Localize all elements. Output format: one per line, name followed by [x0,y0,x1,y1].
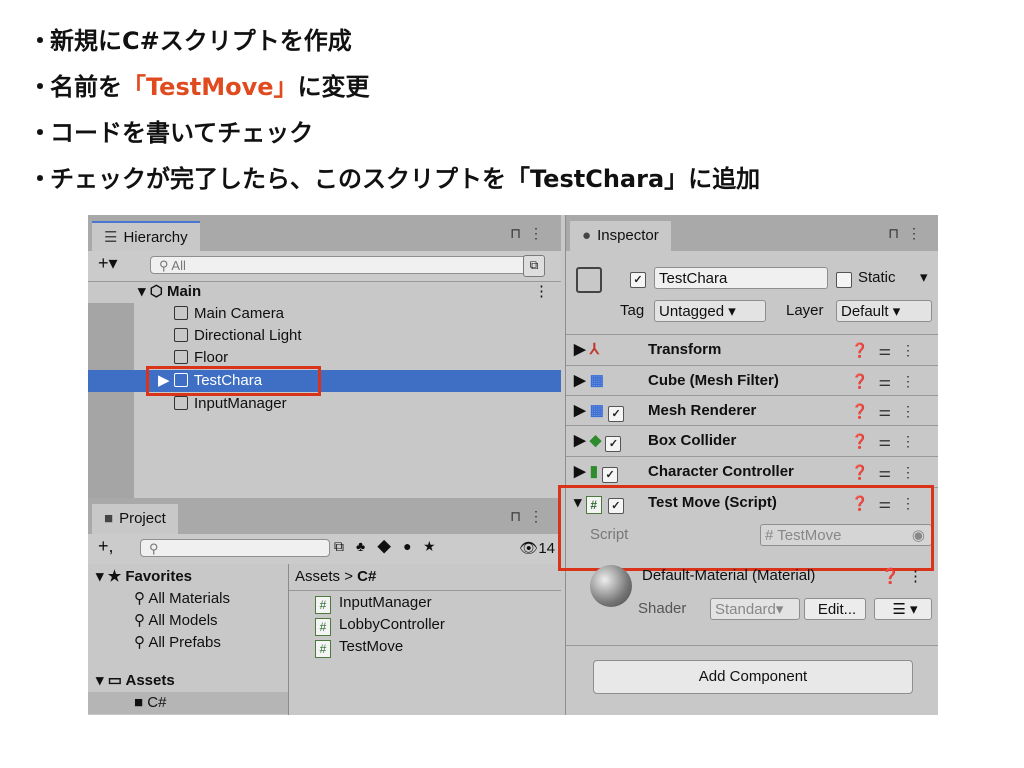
gameobject-icon [174,350,188,364]
script-file[interactable]: # InputManager [315,592,432,614]
tab-inspector[interactable]: ● Inspector [570,221,671,251]
static-label: Static [858,269,896,286]
add-component-button[interactable]: Add Component [593,660,913,694]
visible-count[interactable]: 👁14 [519,539,555,557]
hierarchy-panel: ☰ Hierarchy ⊓⋮ +▾ ⚲ All ⧉ ▾ ⬡ Main ⋮ Main… [88,215,561,498]
script-icon: # [315,640,331,658]
component-mesh-renderer[interactable]: ▶ ▦ ✓ Mesh Renderer ❓⚌⋮ [566,395,938,426]
list-icon: ☰ [104,229,118,246]
hierarchy-tabbar: ☰ Hierarchy ⊓⋮ [88,215,561,251]
shader-menu-button[interactable]: ☰ ▾ [874,598,932,620]
hierarchy-toolbar: +▾ ⚲ All ⧉ [88,251,561,282]
chevron-down-icon[interactable]: ▾ [920,267,928,289]
lock-menu-icons[interactable]: ⊓⋮ [510,508,551,525]
filter-icons[interactable]: ⧉♣◆●★ [334,538,447,555]
unity-screenshot: ☰ Hierarchy ⊓⋮ +▾ ⚲ All ⧉ ▾ ⬡ Main ⋮ Main… [88,215,938,715]
inspector-tabbar: ● Inspector ⊓⋮ [566,215,938,251]
tag-label: Tag [620,302,645,319]
tab-project[interactable]: ■ Project [92,504,178,534]
hierarchy-search-input[interactable]: ⚲ All [150,256,530,274]
hierarchy-item[interactable]: InputManager [88,393,561,415]
object-name-field[interactable]: TestChara [654,267,828,289]
project-toolbar: +, ⚲ ⧉♣◆●★ 👁14 [88,534,561,565]
tab-hierarchy[interactable]: ☰ Hierarchy [92,221,200,251]
script-icon: # [315,596,331,614]
create-button[interactable]: +, [98,536,114,557]
project-tabbar: ■ Project ⊓⋮ [88,498,561,534]
component-character-controller[interactable]: ▶ ▮ ✓ Character Controller ❓⚌⋮ [566,456,938,487]
create-button[interactable]: +▾ [98,253,118,274]
info-icon: ● [582,227,592,244]
project-search-input[interactable]: ⚲ [140,539,330,557]
lock-menu-icons[interactable]: ⊓⋮ [510,225,551,242]
hierarchy-item[interactable]: Directional Light [88,325,561,347]
folder-icon: ■ [104,510,114,527]
favorites-item[interactable]: ▾ ★ Favorites [96,566,192,588]
search-mode-icon[interactable]: ⧉ [523,255,545,277]
favorite-item[interactable]: ⚲ All Prefabs [134,632,221,654]
unity-icon: ⬡ [149,283,167,300]
bullet-4: ・チェックが完了したら、このスクリプトを「TestChara」に追加 [28,165,761,193]
annotation-box-script [558,485,934,571]
component-mesh-filter[interactable]: ▶ ▦ Cube (Mesh Filter) ❓⚌⋮ [566,365,938,396]
scene-row[interactable]: ▾ ⬡ Main ⋮ [88,281,561,303]
bullet-1: ・新規にC#スクリプトを作成 [28,27,352,55]
active-checkbox[interactable]: ✓ [630,272,646,288]
gameobject-icon [174,306,188,320]
material-sphere-icon [590,565,632,607]
project-files: Assets > C# # InputManager # LobbyControll… [289,564,561,715]
project-panel: ■ Project ⊓⋮ +, ⚲ ⧉♣◆●★ 👁14 ▾ ★ Favorites… [88,498,561,715]
shader-label: Shader [638,600,687,617]
highlight-text: 「TestMove」 [122,73,298,101]
component-box-collider[interactable]: ▶ ◆ ✓ Box Collider ❓⚌⋮ [566,425,938,456]
folder-item[interactable]: ■ C# [88,692,288,714]
script-icon: # [315,618,331,636]
gameobject-icon [174,328,188,342]
script-file[interactable]: # LobbyController [315,614,445,636]
lock-menu-icons[interactable]: ⊓⋮ [888,225,929,242]
hierarchy-item[interactable]: Main Camera [88,303,561,325]
expand-icon[interactable]: ▾ [138,283,150,300]
gameobject-icon [576,267,602,293]
layer-label: Layer [786,302,824,319]
bullet-3: ・コードを書いてチェック [28,119,314,147]
annotation-box-testchara [146,366,321,396]
favorite-item[interactable]: ⚲ All Materials [134,588,230,610]
shader-dropdown[interactable]: Standard▾ [710,598,800,620]
static-checkbox[interactable] [836,272,852,288]
bullet-2: ・名前を「TestMove」に変更 [28,73,370,101]
shader-edit-button[interactable]: Edit... [804,598,866,620]
assets-item[interactable]: ▾ ▭ Assets [96,670,175,692]
project-tree: ▾ ★ Favorites ⚲ All Materials ⚲ All Mode… [88,564,289,715]
scene-menu-icon[interactable]: ⋮ [534,281,549,303]
favorite-item[interactable]: ⚲ All Models [134,610,218,632]
material-menu-icons[interactable]: ❓⋮ [881,567,931,585]
material-name: Default-Material (Material) [642,567,816,584]
breadcrumb: Assets > C# [295,568,377,585]
script-file[interactable]: # TestMove [315,636,403,658]
layer-dropdown[interactable]: Default ▾ [836,300,932,322]
component-transform[interactable]: ▶ ⅄ Transform ❓⚌⋮ [566,334,938,365]
inspector-panel: ● Inspector ⊓⋮ ✓ TestChara Static ▾ Tag U… [558,215,938,715]
gameobject-icon [174,396,188,410]
tag-dropdown[interactable]: Untagged ▾ [654,300,766,322]
slide-bullets: ・新規にC#スクリプトを作成 ・名前を「TestMove」に変更 ・コードを書い… [28,18,760,202]
